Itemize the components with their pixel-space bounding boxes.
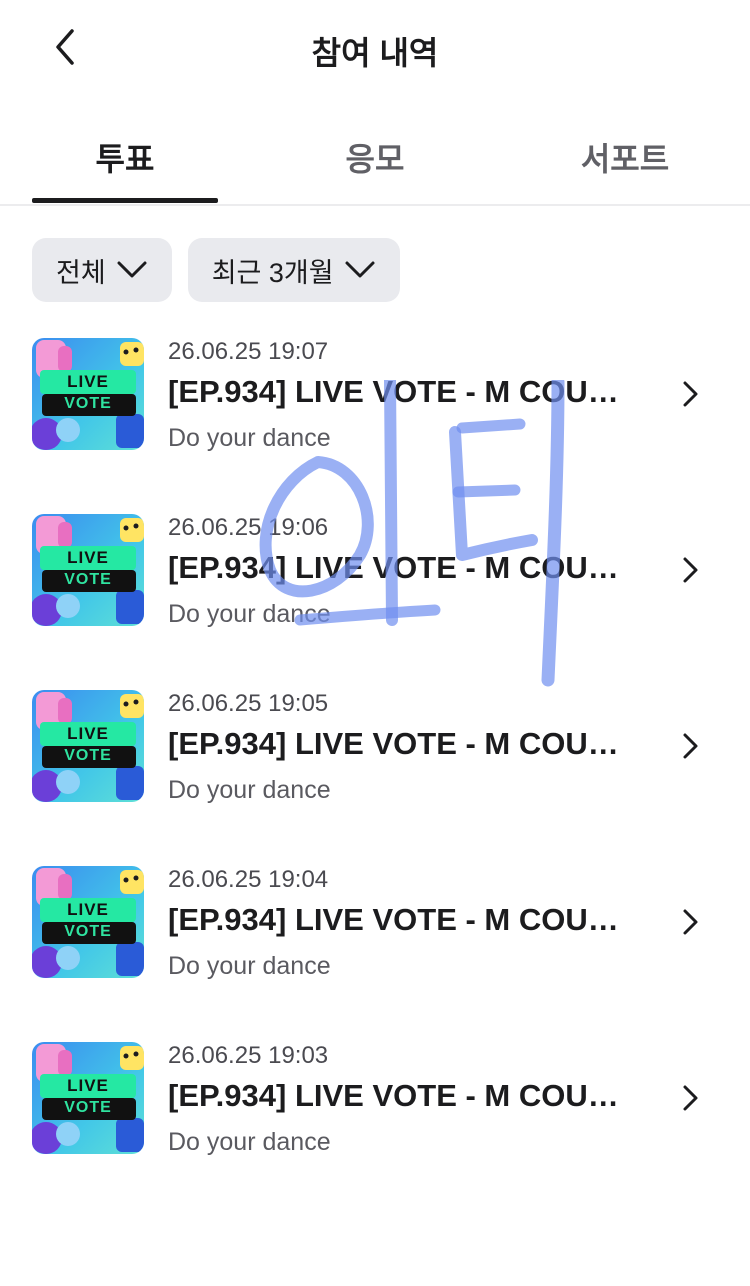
app-header: 참여 내역	[0, 0, 750, 100]
tab-entry[interactable]: 응모	[282, 110, 468, 204]
chevron-right-icon	[683, 1085, 698, 1111]
item-title: [EP.934] LIVE VOTE - M COUNTDOWN	[168, 374, 628, 409]
thumb-vote-text: VOTE	[64, 923, 112, 940]
list-item[interactable]: LIVE VOTE 26.06.25 19:04 [EP.934] LIVE V…	[0, 866, 750, 980]
thumb-live-text: LIVE	[67, 372, 109, 391]
filter-bar: 전체 최근 3개월	[32, 238, 400, 302]
thumb-vote-text: VOTE	[64, 395, 112, 412]
thumb-live-text: LIVE	[67, 900, 109, 919]
page-title: 참여 내역	[311, 35, 439, 71]
item-title: [EP.934] LIVE VOTE - M COUNTDOWN	[168, 902, 628, 937]
tab-bar: 투표 응모 서포트	[0, 110, 750, 206]
item-subtitle: Do your dance	[168, 776, 331, 804]
live-vote-thumbnail: LIVE VOTE	[32, 514, 144, 626]
chevron-right-icon	[683, 909, 698, 935]
filter-all-dropdown[interactable]: 전체	[32, 238, 172, 302]
list-item[interactable]: LIVE VOTE 26.06.25 19:03 [EP.934] LIVE V…	[0, 1042, 750, 1156]
item-title: [EP.934] LIVE VOTE - M COUNTDOWN	[168, 726, 628, 761]
tab-vote[interactable]: 투표	[32, 110, 218, 204]
live-vote-thumbnail: LIVE VOTE	[32, 1042, 144, 1154]
item-subtitle: Do your dance	[168, 600, 331, 628]
thumb-vote-text: VOTE	[64, 747, 112, 764]
thumb-live-text: LIVE	[67, 1076, 109, 1095]
live-vote-thumbnail: LIVE VOTE	[32, 338, 144, 450]
list-item[interactable]: LIVE VOTE 26.06.25 19:07 [EP.934] LIVE V…	[0, 338, 750, 452]
chevron-down-icon	[344, 259, 376, 281]
item-date: 26.06.25 19:06	[168, 514, 329, 541]
item-title: [EP.934] LIVE VOTE - M COUNTDOWN	[168, 1078, 628, 1113]
tab-support[interactable]: 서포트	[532, 110, 718, 204]
list-item[interactable]: LIVE VOTE 26.06.25 19:06 [EP.934] LIVE V…	[0, 514, 750, 628]
thumb-vote-text: VOTE	[64, 571, 112, 588]
live-vote-thumbnail: LIVE VOTE	[32, 690, 144, 802]
chevron-right-icon	[683, 733, 698, 759]
item-date: 26.06.25 19:05	[168, 690, 329, 717]
item-subtitle: Do your dance	[168, 1128, 331, 1156]
item-date: 26.06.25 19:07	[168, 338, 329, 365]
chevron-down-icon	[116, 259, 148, 281]
item-title: [EP.934] LIVE VOTE - M COUNTDOWN	[168, 550, 628, 585]
item-subtitle: Do your dance	[168, 952, 331, 980]
chevron-right-icon	[683, 381, 698, 407]
live-vote-thumbnail: LIVE VOTE	[32, 866, 144, 978]
filter-period-label: 최근 3개월	[211, 257, 334, 288]
item-subtitle: Do your dance	[168, 424, 331, 452]
filter-all-label: 전체	[56, 257, 106, 288]
item-date: 26.06.25 19:04	[168, 866, 329, 893]
active-tab-indicator	[32, 198, 218, 203]
thumb-live-text: LIVE	[67, 724, 109, 743]
filter-period-dropdown[interactable]: 최근 3개월	[187, 238, 400, 302]
thumb-live-text: LIVE	[67, 548, 109, 567]
list-item[interactable]: LIVE VOTE 26.06.25 19:05 [EP.934] LIVE V…	[0, 690, 750, 804]
item-date: 26.06.25 19:03	[168, 1042, 329, 1069]
chevron-right-icon	[683, 557, 698, 583]
thumb-vote-text: VOTE	[64, 1099, 112, 1116]
